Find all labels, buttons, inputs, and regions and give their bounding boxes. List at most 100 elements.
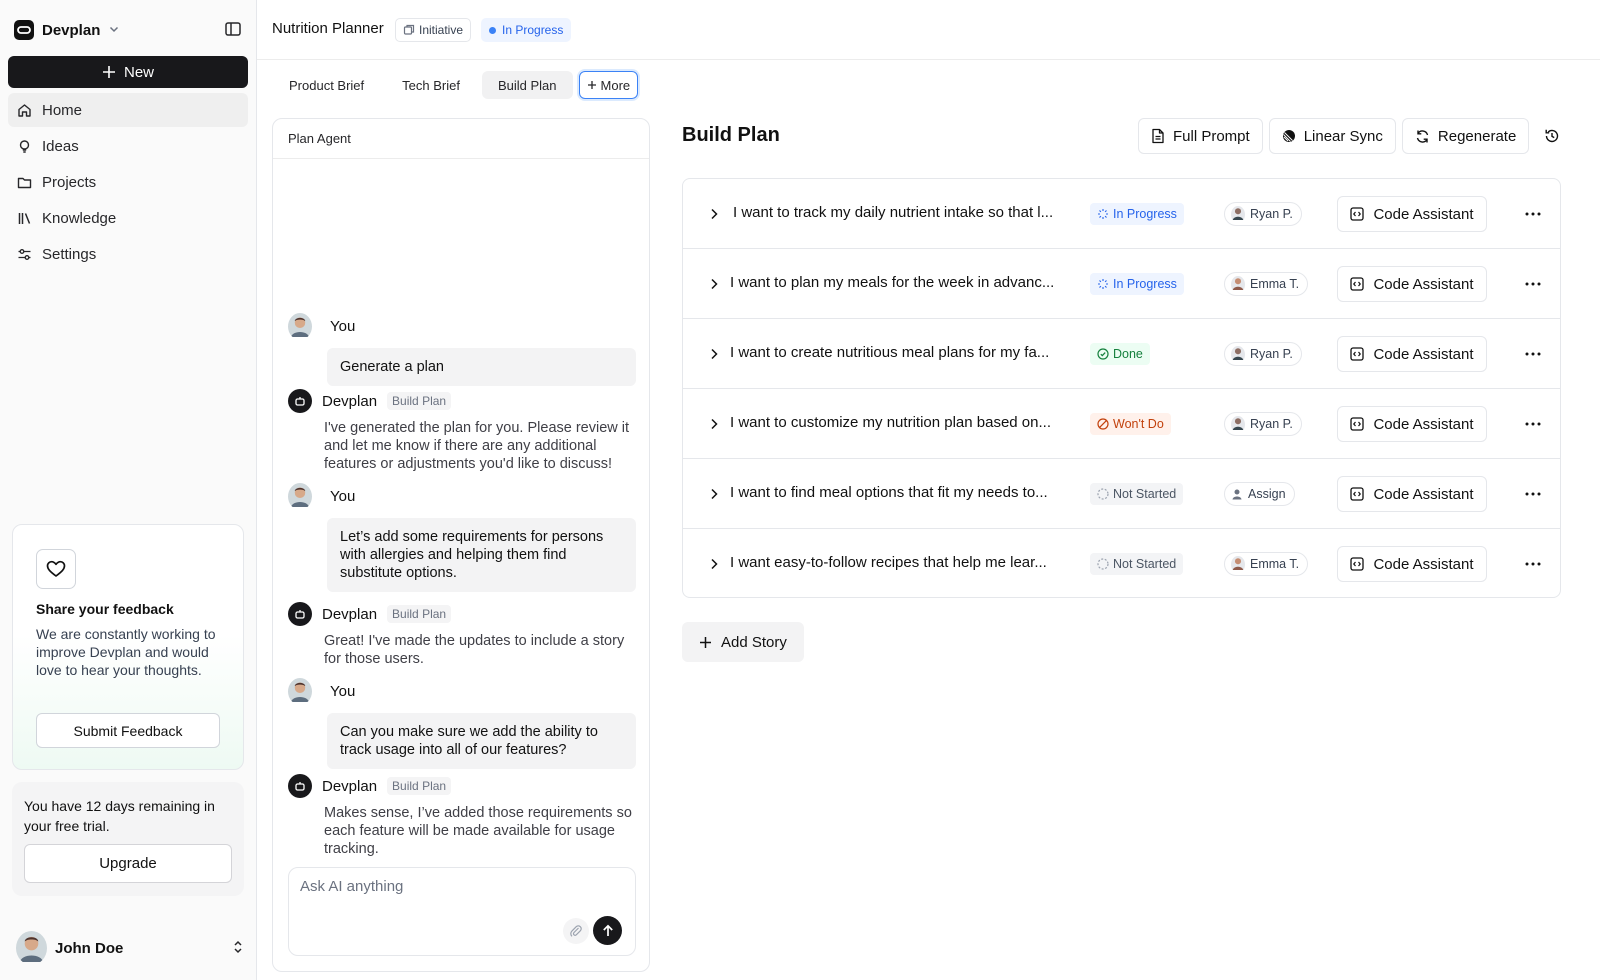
code-assistant-button[interactable]: Code Assistant	[1337, 336, 1487, 372]
user-menu[interactable]: John Doe	[16, 931, 244, 964]
status-badge[interactable]: In Progress	[1090, 203, 1184, 225]
submit-feedback-button[interactable]: Submit Feedback	[36, 713, 220, 748]
assignee-chip[interactable]: Ryan P.	[1224, 412, 1302, 436]
more-options-icon[interactable]	[1523, 485, 1543, 503]
chat-input[interactable]	[300, 878, 620, 895]
story-title[interactable]: I want to customize my nutrition plan ba…	[730, 414, 1055, 431]
full-prompt-button[interactable]: Full Prompt	[1138, 118, 1263, 154]
status-badge[interactable]: In Progress	[481, 18, 572, 42]
tab-more[interactable]: More	[578, 71, 639, 99]
workspace-name: Devplan	[42, 21, 101, 39]
more-options-icon[interactable]	[1523, 345, 1543, 363]
code-assistant-label: Code Assistant	[1373, 205, 1474, 223]
story-title[interactable]: I want to create nutritious meal plans f…	[730, 344, 1055, 361]
code-assistant-button[interactable]: Code Assistant	[1337, 196, 1487, 232]
chat-message-bot: Devplan Build Plan Makes sense, I’ve add…	[288, 774, 636, 858]
story-row[interactable]: I want to customize my nutrition plan ba…	[683, 389, 1560, 459]
code-assistant-button[interactable]: Code Assistant	[1337, 266, 1487, 302]
message-header: You	[288, 483, 636, 510]
sidebar-item-knowledge[interactable]: Knowledge	[8, 201, 248, 235]
sidebar-item-projects[interactable]: Projects	[8, 165, 248, 199]
chevron-right-icon[interactable]	[705, 485, 723, 503]
new-button-label: New	[123, 63, 154, 81]
sidebar-item-label: Settings	[42, 245, 97, 263]
tab-build-plan[interactable]: Build Plan	[481, 71, 573, 99]
more-options-icon[interactable]	[1523, 555, 1543, 573]
sidebar-toggle-icon[interactable]	[224, 20, 244, 40]
assign-chip[interactable]: Assign	[1224, 482, 1295, 506]
avatar	[288, 313, 312, 340]
app-root: Devplan New Home Ideas Projects Knowledg…	[0, 0, 1600, 980]
code-icon	[1350, 207, 1365, 221]
story-row[interactable]: I want to create nutritious meal plans f…	[683, 319, 1560, 389]
robot-icon	[288, 389, 312, 413]
status-badge[interactable]: In Progress	[1090, 273, 1184, 295]
status-badge[interactable]: Done	[1090, 343, 1150, 365]
initiative-badge-label: Initiative	[419, 23, 464, 37]
story-title[interactable]: I want to find meal options that fit my …	[730, 484, 1055, 501]
page-title: Nutrition Planner	[272, 20, 384, 37]
code-assistant-button[interactable]: Code Assistant	[1337, 476, 1487, 512]
plus-icon	[700, 636, 711, 648]
regenerate-button[interactable]: Regenerate	[1401, 118, 1530, 154]
chat-message-user: You Let’s add some requirements for pers…	[288, 483, 636, 592]
assignee-chip[interactable]: Ryan P.	[1224, 342, 1302, 366]
message-author: Devplan	[322, 777, 378, 795]
story-title[interactable]: I want to track my daily nutrient intake…	[733, 204, 1058, 221]
chevrons-up-down-icon	[232, 940, 244, 957]
assignee-chip[interactable]: Emma T.	[1224, 552, 1309, 576]
status-badge[interactable]: Won't Do	[1090, 413, 1171, 435]
sidebar-item-home[interactable]: Home	[8, 93, 248, 127]
assignee-name: Emma T.	[1250, 557, 1300, 571]
message-author: Devplan	[322, 392, 378, 410]
linear-logo-icon	[1282, 130, 1295, 142]
status-badge[interactable]: Not Started	[1090, 553, 1184, 575]
story-title[interactable]: I want easy-to-follow recipes that help …	[730, 554, 1055, 571]
sidebar-item-ideas[interactable]: Ideas	[8, 129, 248, 163]
history-icon[interactable]	[1537, 121, 1567, 151]
tab-product-brief[interactable]: Product Brief	[273, 71, 380, 99]
code-assistant-button[interactable]: Code Assistant	[1337, 406, 1487, 442]
story-row[interactable]: I want easy-to-follow recipes that help …	[683, 529, 1560, 599]
message-tag: Build Plan	[387, 777, 452, 795]
upgrade-button[interactable]: Upgrade	[24, 844, 232, 883]
chevron-right-icon[interactable]	[705, 555, 723, 573]
more-options-icon[interactable]	[1523, 415, 1543, 433]
paperclip-icon[interactable]	[563, 918, 589, 944]
message-header: Devplan Build Plan	[288, 389, 636, 413]
devplan-logo-icon	[14, 20, 34, 40]
library-icon	[17, 211, 32, 226]
new-button[interactable]: New	[8, 56, 248, 88]
linear-sync-button[interactable]: Linear Sync	[1268, 118, 1396, 154]
chevron-right-icon[interactable]	[705, 275, 723, 293]
story-row[interactable]: I want to find meal options that fit my …	[683, 459, 1560, 529]
add-story-button[interactable]: Add Story	[682, 622, 804, 662]
chevron-right-icon[interactable]	[705, 345, 723, 363]
assignee-chip[interactable]: Emma T.	[1224, 272, 1309, 296]
check-circle-icon	[1097, 348, 1109, 360]
plan-agent-header: Plan Agent	[273, 119, 649, 159]
chevron-down-icon	[108, 22, 120, 38]
story-row[interactable]: I want to plan my meals for the week in …	[683, 249, 1560, 319]
chat-message-user: You Can you make sure we add the ability…	[288, 678, 636, 769]
initiative-badge[interactable]: Initiative	[395, 18, 472, 42]
tab-tech-brief[interactable]: Tech Brief	[386, 71, 476, 99]
send-button[interactable]	[593, 916, 622, 945]
loader-icon	[1098, 209, 1108, 219]
code-assistant-button[interactable]: Code Assistant	[1337, 546, 1487, 582]
status-label: Won't Do	[1113, 417, 1164, 431]
assignee-chip[interactable]: Ryan P.	[1224, 202, 1302, 226]
loader-icon	[1098, 279, 1108, 289]
trial-card: You have 12 days remaining in your free …	[12, 782, 244, 896]
workspace-switcher[interactable]: Devplan	[14, 18, 120, 42]
feedback-card: Share your feedback We are constantly wo…	[12, 524, 244, 770]
status-badge[interactable]: Not Started	[1090, 483, 1184, 505]
folder-icon	[17, 175, 32, 190]
sidebar-item-settings[interactable]: Settings	[8, 237, 248, 271]
story-row[interactable]: I want to track my daily nutrient intake…	[683, 179, 1560, 249]
chevron-right-icon[interactable]	[705, 415, 723, 433]
more-options-icon[interactable]	[1523, 275, 1543, 293]
more-options-icon[interactable]	[1523, 205, 1543, 223]
story-title[interactable]: I want to plan my meals for the week in …	[730, 274, 1055, 291]
chevron-right-icon[interactable]	[705, 205, 723, 223]
